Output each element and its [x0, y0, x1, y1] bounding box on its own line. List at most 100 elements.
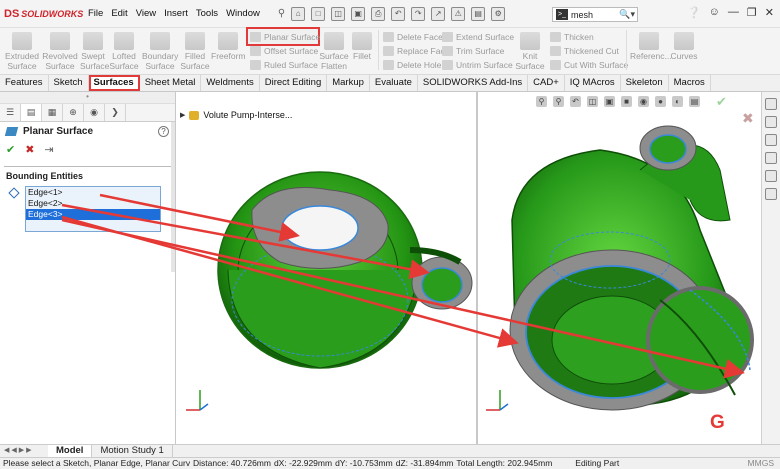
- trim-surface-button[interactable]: Trim Surface: [442, 45, 504, 57]
- tab-iq-macros[interactable]: IQ MAcros: [565, 75, 621, 91]
- filled-surface-button[interactable]: Filled Surface: [180, 32, 210, 71]
- list-item[interactable]: Edge<1>: [26, 187, 160, 198]
- search-input[interactable]: mesh: [571, 10, 619, 20]
- tab-scroll-arrows-icon[interactable]: ◀◀▶▶: [0, 445, 48, 457]
- menu-tools[interactable]: Tools: [192, 8, 222, 19]
- panel-grip[interactable]: •: [0, 92, 175, 104]
- display-style-icon[interactable]: ■: [621, 96, 632, 107]
- section-view-icon[interactable]: ◫: [587, 96, 598, 107]
- zoom-area-icon[interactable]: ⚲: [553, 96, 564, 107]
- dimxpert-icon[interactable]: ⊕: [63, 104, 84, 121]
- menu-insert[interactable]: Insert: [160, 8, 192, 19]
- replace-face-button[interactable]: Replace Face: [383, 45, 449, 57]
- options-icon[interactable]: ⚙: [491, 6, 506, 21]
- appearance-icon[interactable]: ●: [655, 96, 666, 107]
- cut-with-surface-button[interactable]: Cut With Surface: [550, 59, 628, 71]
- hide-show-icon[interactable]: ◉: [638, 96, 649, 107]
- minimize-icon[interactable]: —: [728, 6, 739, 19]
- zoom-to-fit-icon[interactable]: ⚲: [536, 96, 547, 107]
- push-pin-icon[interactable]: ⇥: [44, 143, 53, 156]
- configuration-manager-icon[interactable]: ▦: [42, 104, 63, 121]
- menu-view[interactable]: View: [132, 8, 160, 19]
- help-icon[interactable]: ?: [158, 126, 169, 137]
- close-window-icon[interactable]: ✕: [765, 6, 774, 19]
- expand-panel-icon[interactable]: ❯: [105, 104, 126, 121]
- menu-file[interactable]: File: [84, 8, 107, 19]
- view-settings-icon[interactable]: ▤: [689, 96, 700, 107]
- thickened-cut-button[interactable]: Thickened Cut: [550, 45, 619, 57]
- appearances-icon[interactable]: [765, 170, 777, 182]
- help-icon[interactable]: ❔: [687, 6, 701, 19]
- file-properties-icon[interactable]: ▤: [471, 6, 486, 21]
- redo-icon[interactable]: ↷: [411, 6, 426, 21]
- knit-surface-button[interactable]: Knit Surface: [514, 32, 546, 71]
- print-icon[interactable]: ⎙: [371, 6, 386, 21]
- search-box[interactable]: >_ mesh 🔍▾: [552, 7, 638, 22]
- solidworks-resources-icon[interactable]: [765, 98, 777, 110]
- tab-macros[interactable]: Macros: [669, 75, 711, 91]
- file-explorer-icon[interactable]: [765, 134, 777, 146]
- previous-view-icon[interactable]: ↶: [570, 96, 581, 107]
- tab-evaluate[interactable]: Evaluate: [370, 75, 418, 91]
- extruded-surface-button[interactable]: Extruded Surface: [4, 32, 40, 71]
- view-palette-icon[interactable]: [765, 152, 777, 164]
- tab-skeleton[interactable]: Skeleton: [621, 75, 669, 91]
- flyout-tree-item[interactable]: ▶ Volute Pump-Interse...: [180, 110, 292, 120]
- status-units[interactable]: MMGS: [745, 458, 780, 469]
- design-library-icon[interactable]: [765, 116, 777, 128]
- pin-icon[interactable]: ⚲: [278, 8, 285, 19]
- lofted-surface-button[interactable]: Lofted Surface: [109, 32, 139, 71]
- menu-window[interactable]: Window: [222, 8, 264, 19]
- save-icon[interactable]: ▣: [351, 6, 366, 21]
- surface-flatten-button[interactable]: Surface Flatten: [319, 32, 349, 71]
- fillet-button[interactable]: Fillet: [351, 32, 373, 61]
- tab-weldments[interactable]: Weldments: [201, 75, 260, 91]
- solidworks-logo[interactable]: DS SOLIDWORKS: [4, 8, 83, 20]
- freeform-button[interactable]: Freeform: [211, 32, 245, 61]
- revolved-surface-button[interactable]: Revolved Surface: [42, 32, 78, 71]
- thicken-button[interactable]: Thicken: [550, 31, 594, 43]
- list-item[interactable]: Edge<3>: [26, 209, 160, 220]
- home-icon[interactable]: ⌂: [291, 6, 306, 21]
- menu-edit[interactable]: Edit: [107, 8, 131, 19]
- bounding-entities-list[interactable]: Edge<1> Edge<2> Edge<3>: [25, 186, 161, 232]
- boundary-surface-button[interactable]: Boundary Surface: [142, 32, 178, 71]
- restore-icon[interactable]: ❐: [747, 6, 757, 19]
- reference-geometry-button[interactable]: Referenc...: [630, 32, 672, 61]
- swept-surface-button[interactable]: Swept Surface: [80, 32, 109, 71]
- offset-surface-button[interactable]: Offset Surface: [250, 45, 318, 57]
- tab-cad-plus[interactable]: CAD+: [528, 75, 565, 91]
- graphics-area-right[interactable]: [478, 92, 760, 444]
- view-orientation-icon[interactable]: ▣: [604, 96, 615, 107]
- user-icon[interactable]: ☺: [709, 6, 720, 19]
- planar-surface-button[interactable]: Planar Surface: [250, 31, 320, 43]
- ruled-surface-button[interactable]: Ruled Surface: [250, 59, 318, 71]
- ok-check-icon[interactable]: ✔: [6, 143, 15, 156]
- bounding-entities-section[interactable]: Bounding Entities: [4, 166, 171, 185]
- custom-properties-icon[interactable]: [765, 188, 777, 200]
- tab-features[interactable]: Features: [0, 75, 49, 91]
- tab-motion-study-1[interactable]: Motion Study 1: [92, 445, 173, 457]
- cancel-x-icon[interactable]: ✖: [25, 143, 34, 156]
- list-item[interactable]: Edge<2>: [26, 198, 160, 209]
- confirmation-close-icon[interactable]: ✖: [742, 110, 754, 127]
- delete-hole-button[interactable]: Delete Hole: [383, 59, 441, 71]
- curves-button[interactable]: Curves: [670, 32, 698, 61]
- confirm-check-icon[interactable]: ✔: [716, 94, 727, 110]
- graphics-area-left[interactable]: [177, 92, 476, 444]
- search-icon[interactable]: 🔍▾: [619, 9, 635, 20]
- tab-markup[interactable]: Markup: [327, 75, 370, 91]
- new-document-icon[interactable]: □: [311, 6, 326, 21]
- scene-icon[interactable]: ◐: [672, 96, 683, 107]
- select-icon[interactable]: ↗: [431, 6, 446, 21]
- open-folder-icon[interactable]: ◫: [331, 6, 346, 21]
- display-manager-icon[interactable]: ◉: [84, 104, 105, 121]
- tab-sheet-metal[interactable]: Sheet Metal: [140, 75, 202, 91]
- untrim-surface-button[interactable]: Untrim Surface: [442, 59, 513, 71]
- tab-model[interactable]: Model: [48, 445, 93, 457]
- tab-sketch[interactable]: Sketch: [49, 75, 89, 91]
- feature-manager-icon[interactable]: ☰: [0, 104, 21, 121]
- tab-solidworks-add-ins[interactable]: SOLIDWORKS Add-Ins: [418, 75, 529, 91]
- property-manager-icon[interactable]: ▤: [21, 104, 42, 121]
- delete-face-button[interactable]: Delete Face: [383, 31, 443, 43]
